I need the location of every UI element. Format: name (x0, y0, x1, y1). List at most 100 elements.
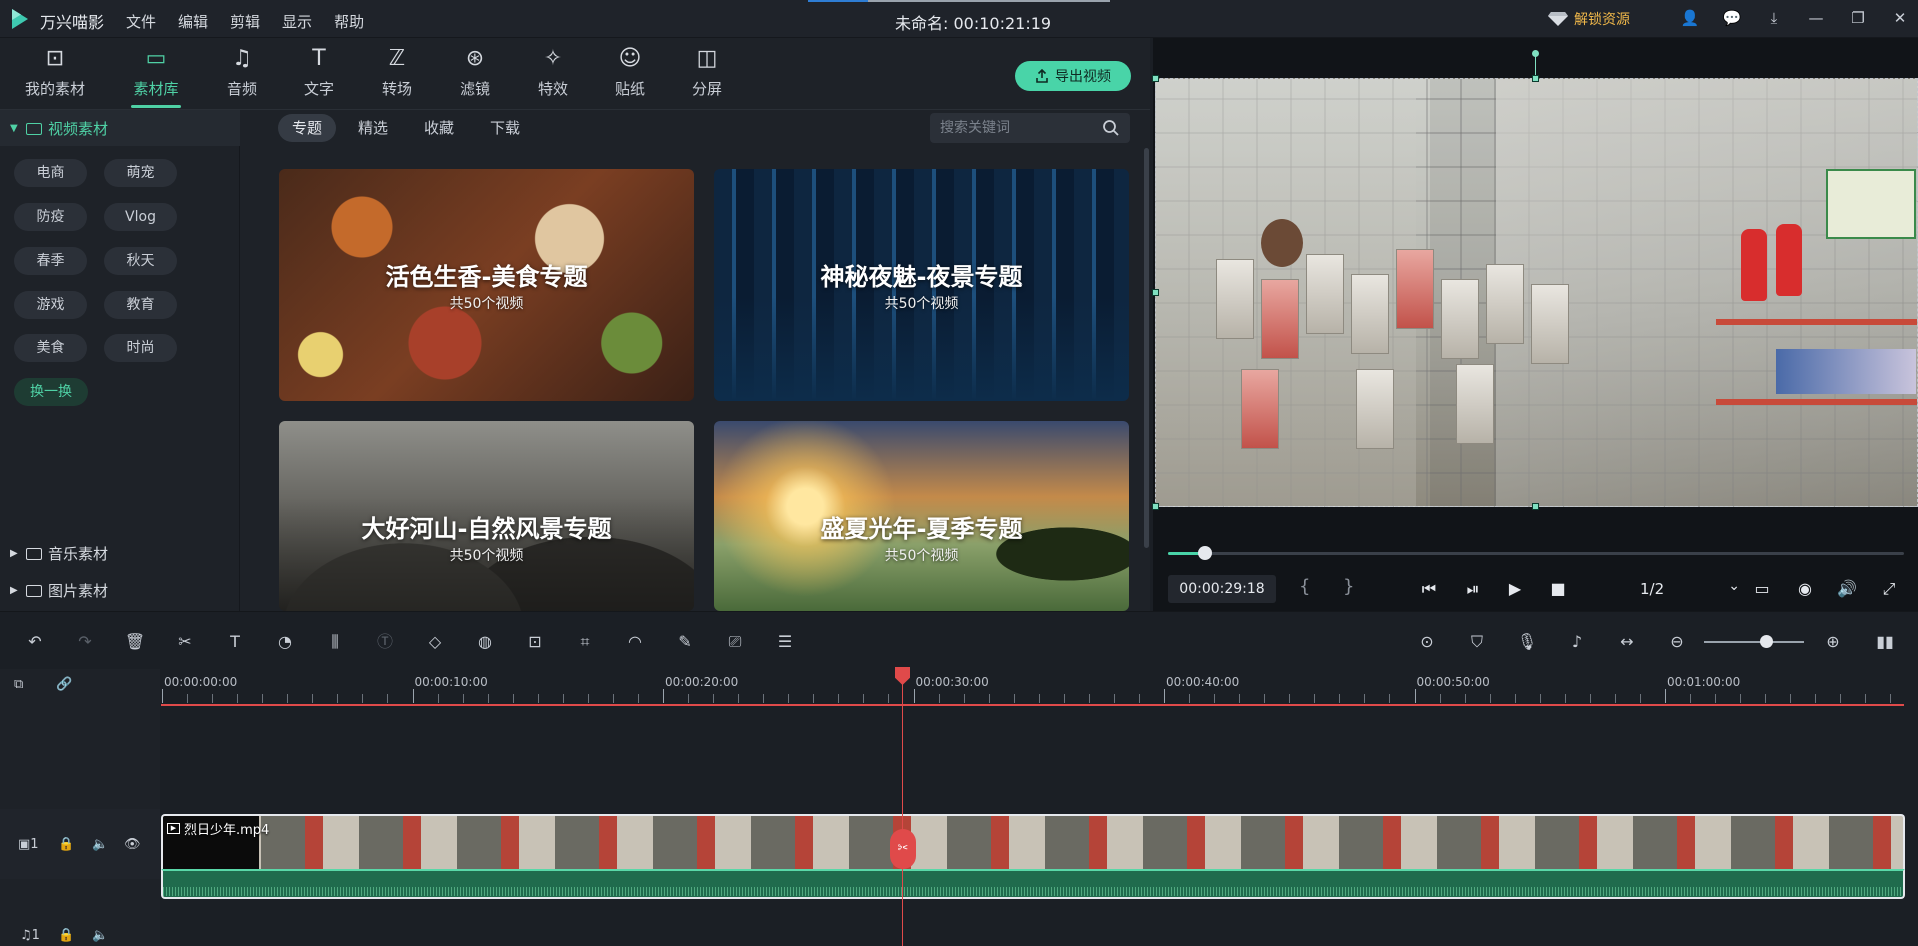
playback-scrubber[interactable] (1168, 546, 1904, 560)
search-input[interactable]: 搜索关键词 (930, 113, 1130, 143)
color-picker-icon[interactable]: ✎ (674, 631, 696, 653)
preview-video[interactable] (1155, 78, 1918, 507)
previous-frame-icon[interactable]: ⏮ (1418, 578, 1440, 600)
zoom-out-icon[interactable]: ⊖ (1666, 631, 1688, 653)
menu-help[interactable]: 帮助 (334, 11, 364, 32)
menu-edit[interactable]: 编辑 (178, 11, 208, 32)
color-icon[interactable]: ◍ (474, 631, 496, 653)
keyframe-icon[interactable]: ◇ (424, 631, 446, 653)
menu-clip[interactable]: 剪辑 (230, 11, 260, 32)
snapshot-icon[interactable]: ◉ (1794, 578, 1816, 600)
crop-icon[interactable]: ⌗ (574, 631, 596, 653)
lock-icon[interactable]: 🔒 (58, 928, 74, 943)
tab-filter[interactable]: ⊛ 滤镜 (436, 46, 514, 106)
text-effect-icon[interactable]: Ⓣ (374, 631, 396, 653)
timeline-ruler[interactable]: 00:00:00:00 00:00:10:00 00:00:20:00 00:00:3… (160, 669, 1918, 705)
speedometer-icon[interactable]: ◠ (624, 631, 646, 653)
microphone-icon[interactable]: 🎙 (1516, 631, 1538, 653)
search-icon[interactable] (1102, 119, 1120, 137)
work-area-bar[interactable] (161, 704, 1904, 706)
resize-handle[interactable] (1152, 503, 1159, 510)
audio-split-icon[interactable]: ⫼ (324, 631, 346, 653)
tag-fashion[interactable]: 时尚 (104, 334, 177, 362)
tree-item-music[interactable]: ▶ 音乐素材 (10, 543, 108, 564)
close-icon[interactable]: ✕ (1890, 8, 1910, 28)
tag-ecommerce[interactable]: 电商 (14, 159, 87, 187)
subtab-topics[interactable]: 专题 (278, 114, 337, 142)
adjust-icon[interactable]: ☰ (774, 631, 796, 653)
redo-icon[interactable]: ↷ (74, 631, 96, 653)
minimize-icon[interactable]: — (1806, 8, 1826, 28)
cut-icon[interactable]: ✂ (174, 631, 196, 653)
tag-pets[interactable]: 萌宠 (104, 159, 177, 187)
tree-item-image[interactable]: ▶ 图片素材 (10, 580, 108, 601)
marker-icon[interactable]: ⛉ (1466, 631, 1488, 653)
tree-item-video[interactable]: ▼ 视频素材 (10, 118, 108, 139)
scrubber-knob[interactable] (1197, 546, 1212, 560)
zoom-slider-knob[interactable] (1760, 635, 1773, 648)
green-screen-icon[interactable]: ⎚ (724, 631, 746, 653)
speed-icon[interactable]: ◔ (274, 631, 296, 653)
add-text-icon[interactable]: T (224, 631, 246, 653)
restore-icon[interactable]: ❐ (1848, 8, 1868, 28)
stop-icon[interactable]: ■ (1547, 578, 1569, 600)
split-marker-icon[interactable]: ✂ (890, 829, 916, 869)
account-icon[interactable]: 👤 (1680, 8, 1700, 28)
play-icon[interactable]: ▶ (1504, 578, 1526, 600)
tab-splitscreen[interactable]: ◫ 分屏 (668, 46, 746, 106)
topic-card-landscape[interactable]: 大好河山-自然风景专题 共50个视频 (279, 421, 694, 611)
preview-quality-select[interactable]: 1/2 ⌄ (1630, 578, 1740, 602)
tab-library[interactable]: ▭ 素材库 (117, 46, 195, 108)
fullscreen-icon[interactable]: ⤢ (1878, 578, 1900, 600)
render-icon[interactable]: ⊙ (1416, 631, 1438, 653)
volume-icon[interactable]: 🔊 (1836, 578, 1858, 600)
video-clip[interactable]: ▶ 烈日少年.mp4 (161, 814, 1905, 869)
tag-education[interactable]: 教育 (104, 291, 177, 319)
tag-food[interactable]: 美食 (14, 334, 87, 362)
timeline-zoom-slider[interactable] (1704, 635, 1804, 648)
fit-timeline-icon[interactable]: ↔ (1616, 631, 1638, 653)
library-scrollbar[interactable] (1144, 148, 1149, 548)
refresh-tags-button[interactable]: 换一换 (14, 378, 88, 406)
unlock-resources-button[interactable]: 解锁资源 (1548, 9, 1630, 29)
add-track-icon[interactable]: ⧉ (14, 677, 23, 692)
clip-audio-waveform[interactable] (161, 869, 1905, 899)
play-slow-icon[interactable]: ⏯ (1462, 578, 1484, 600)
tab-audio[interactable]: ♫ 音频 (203, 46, 281, 106)
tab-my-media[interactable]: ⊡ 我的素材 (16, 46, 94, 106)
subtab-featured[interactable]: 精选 (344, 114, 402, 142)
download-icon[interactable]: ⤓ (1764, 8, 1784, 28)
eye-icon[interactable]: 👁 (124, 837, 141, 852)
tab-effects[interactable]: ✧ 特效 (514, 46, 592, 106)
tag-autumn[interactable]: 秋天 (104, 247, 177, 275)
delete-icon[interactable]: 🗑 (124, 631, 146, 653)
tag-vlog[interactable]: Vlog (104, 203, 177, 231)
topic-card-food[interactable]: 活色生香-美食专题 共50个视频 (279, 169, 694, 401)
menu-file[interactable]: 文件 (126, 11, 156, 32)
subtab-downloads[interactable]: 下载 (476, 114, 534, 142)
topic-card-summer[interactable]: 盛夏光年-夏季专题 共50个视频 (714, 421, 1129, 611)
panel-layout-icon[interactable]: ▮▮ (1874, 631, 1896, 653)
menu-view[interactable]: 显示 (282, 11, 312, 32)
resize-handle[interactable] (1532, 75, 1539, 82)
lock-icon[interactable]: 🔒 (58, 837, 74, 852)
tab-text[interactable]: T 文字 (280, 46, 358, 106)
rotate-handle[interactable] (1532, 50, 1539, 57)
export-video-button[interactable]: 导出视频 (1015, 61, 1131, 91)
audio-mixer-icon[interactable]: ♪ (1566, 631, 1588, 653)
tab-sticker[interactable]: ☺ 贴纸 (591, 46, 669, 106)
zoom-in-icon[interactable]: ⊕ (1822, 631, 1844, 653)
subtab-favorites[interactable]: 收藏 (410, 114, 468, 142)
tag-epidemic[interactable]: 防疫 (14, 203, 87, 231)
mark-out-button[interactable]: } (1343, 576, 1354, 597)
tab-transition[interactable]: ℤ 转场 (358, 46, 436, 106)
resize-handle[interactable] (1152, 289, 1159, 296)
resize-handle[interactable] (1532, 503, 1539, 510)
mark-in-button[interactable]: { (1299, 576, 1310, 597)
mute-icon[interactable]: 🔈 (92, 928, 108, 943)
display-icon[interactable]: ▭ (1751, 578, 1773, 600)
tag-spring[interactable]: 春季 (14, 247, 87, 275)
fit-icon[interactable]: ⊡ (524, 631, 546, 653)
tag-games[interactable]: 游戏 (14, 291, 87, 319)
link-icon[interactable]: 🔗 (56, 677, 72, 692)
